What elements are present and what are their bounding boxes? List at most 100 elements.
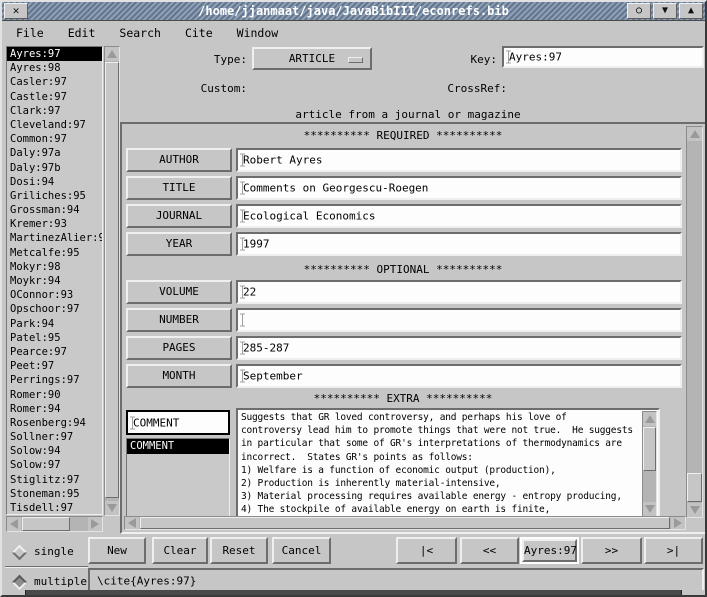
single-mode-radio[interactable] (12, 545, 28, 561)
scrollbar-thumb[interactable] (22, 517, 70, 531)
reference-list-item[interactable]: Romer:90 (7, 388, 102, 402)
type-dropdown[interactable]: ARTICLE (252, 47, 372, 70)
extra-field-list-item[interactable]: COMMENT (127, 439, 229, 454)
reference-list-item[interactable]: Cleveland:97 (7, 118, 102, 132)
reference-list[interactable]: Ayres:97Ayres:98Casler:97Castle:97Clark:… (6, 46, 103, 515)
reference-list-item[interactable]: Moykr:94 (7, 274, 102, 288)
form-vertical-scrollbar[interactable] (686, 126, 703, 518)
reference-list-item[interactable]: Ayres:97 (7, 47, 102, 61)
scroll-right-icon[interactable] (88, 517, 102, 531)
reference-list-vertical-scrollbar[interactable] (104, 46, 120, 516)
resize-corner[interactable] (681, 590, 705, 595)
reference-list-item[interactable]: Common:97 (7, 132, 102, 146)
reference-list-item[interactable]: Solow:94 (7, 444, 102, 458)
number-field[interactable] (236, 308, 682, 332)
reference-list-item[interactable]: Castle:97 (7, 90, 102, 104)
reference-list-item[interactable]: Opschoor:97 (7, 302, 102, 316)
reference-list-item[interactable]: Rosenberg:94 (7, 416, 102, 430)
reference-list-item[interactable]: Metcalfe:95 (7, 246, 102, 260)
new-button[interactable]: New (88, 537, 146, 564)
year-field[interactable]: 1997 (236, 232, 682, 256)
key-field[interactable]: Ayres:97 (502, 46, 704, 68)
reference-list-item[interactable]: Perrings:97 (7, 373, 102, 387)
volume-field[interactable]: 22 (236, 280, 682, 304)
scroll-down-icon[interactable] (105, 501, 119, 515)
title-bar[interactable]: ✕ /home/jjanmaat/java/JavaBibIII/econref… (2, 2, 705, 21)
reference-list-item[interactable]: Sollner:97 (7, 430, 102, 444)
nav-previous-button[interactable]: << (460, 537, 519, 564)
pages-field-label[interactable]: PAGES (126, 336, 232, 360)
shade-up-icon[interactable]: ▲ (679, 3, 703, 19)
reference-list-item[interactable]: Clark:97 (7, 104, 102, 118)
scrollbar-thumb[interactable] (687, 473, 702, 502)
form-horizontal-scrollbar[interactable] (124, 516, 686, 530)
scrollbar-thumb[interactable] (140, 517, 670, 529)
extra-field-list[interactable]: COMMENT (126, 438, 230, 520)
scroll-down-icon[interactable] (687, 503, 702, 517)
menu-window[interactable]: Window (237, 26, 279, 40)
reference-list-item[interactable]: Ayres:98 (7, 61, 102, 75)
scrollbar-thumb[interactable] (643, 427, 656, 471)
reference-list-item[interactable]: Park:94 (7, 317, 102, 331)
menu-edit[interactable]: Edit (68, 26, 96, 40)
journal-field[interactable]: Ecological Economics (236, 204, 682, 228)
scrollbar-trough[interactable] (643, 426, 656, 502)
author-field-label[interactable]: AUTHOR (126, 148, 232, 172)
reference-list-item[interactable]: Mokyr:98 (7, 260, 102, 274)
scroll-left-icon[interactable] (125, 517, 139, 529)
nav-first-button[interactable]: |< (396, 537, 457, 564)
resize-corner[interactable] (2, 590, 26, 595)
cancel-button[interactable]: Cancel (272, 537, 331, 564)
reference-list-item[interactable]: Grossman:94 (7, 203, 102, 217)
menu-file[interactable]: File (16, 26, 44, 40)
reference-list-item[interactable]: Pearce:97 (7, 345, 102, 359)
scrollbar-trough[interactable] (687, 141, 702, 503)
pages-field[interactable]: 285-287 (236, 336, 682, 360)
scroll-left-icon[interactable] (7, 517, 21, 531)
reference-list-item[interactable]: Dosi:94 (7, 175, 102, 189)
title-field[interactable]: Comments on Georgescu-Roegen (236, 176, 682, 200)
reset-button[interactable]: Reset (210, 537, 268, 564)
month-field[interactable]: September (236, 364, 682, 388)
reference-list-item[interactable]: Daly:97a (7, 146, 102, 160)
nav-next-button[interactable]: >> (581, 537, 642, 564)
scrollbar-trough[interactable] (139, 517, 671, 529)
reference-list-item[interactable]: Patel:95 (7, 331, 102, 345)
menu-cite[interactable]: Cite (185, 26, 213, 40)
reference-list-item[interactable]: Tisdell:97 (7, 501, 102, 515)
nav-last-button[interactable]: >| (644, 537, 703, 564)
single-mode-label[interactable]: single (34, 545, 74, 558)
month-field-label[interactable]: MONTH (126, 364, 232, 388)
journal-field-label[interactable]: JOURNAL (126, 204, 232, 228)
reference-list-item[interactable]: Casler:97 (7, 75, 102, 89)
reference-list-item[interactable]: OConnor:93 (7, 288, 102, 302)
scrollbar-thumb[interactable] (105, 62, 119, 498)
reference-list-item[interactable]: Daly:97b (7, 161, 102, 175)
scroll-up-icon[interactable] (105, 47, 119, 61)
reference-list-item[interactable]: Griliches:95 (7, 189, 102, 203)
shade-down-icon[interactable]: ▼ (653, 3, 677, 19)
multiple-mode-label[interactable]: multiple (34, 575, 87, 588)
scrollbar-trough[interactable] (21, 517, 88, 531)
clear-button[interactable]: Clear (152, 537, 208, 564)
scrollbar-trough[interactable] (105, 61, 119, 501)
nav-current-entry-button[interactable]: Ayres:97 (520, 537, 579, 564)
reference-list-item[interactable]: Stoneman:95 (7, 487, 102, 501)
reference-list-item[interactable]: Romer:94 (7, 402, 102, 416)
scroll-right-icon[interactable] (671, 517, 685, 529)
scroll-up-icon[interactable] (643, 412, 656, 426)
extra-field-name-input[interactable]: COMMENT (126, 410, 230, 435)
year-field-label[interactable]: YEAR (126, 232, 232, 256)
scroll-down-icon[interactable] (643, 502, 656, 516)
menu-search[interactable]: Search (119, 26, 161, 40)
reference-list-item[interactable]: Stiglitz:97 (7, 473, 102, 487)
multiple-mode-radio[interactable] (12, 575, 28, 591)
reference-list-item[interactable]: MartinezAlier:97 (7, 231, 102, 245)
number-field-label[interactable]: NUMBER (126, 308, 232, 332)
window-menu-icon[interactable]: ○ (627, 3, 651, 19)
reference-list-horizontal-scrollbar[interactable] (6, 516, 103, 532)
reference-list-item[interactable]: Solow:97 (7, 458, 102, 472)
comment-textarea[interactable]: Suggests that GR loved controversy, and … (236, 408, 660, 520)
volume-field-label[interactable]: VOLUME (126, 280, 232, 304)
comment-vertical-scrollbar[interactable] (642, 411, 657, 517)
